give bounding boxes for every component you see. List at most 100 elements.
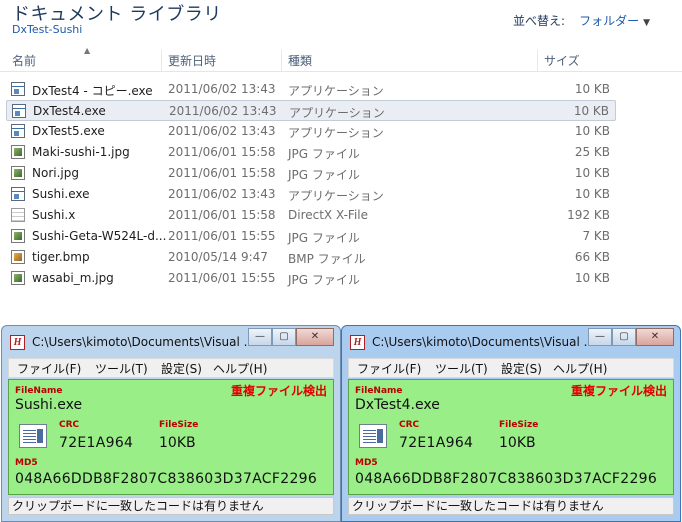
caption-buttons: — ▢ ✕	[248, 328, 334, 346]
minimize-button[interactable]: —	[588, 328, 612, 346]
column-header-type[interactable]: 種類	[282, 50, 538, 72]
menu-settings[interactable]: 設定(S)	[161, 360, 202, 377]
crc-label: CRC	[59, 420, 80, 430]
result-panel: FileName 重複ファイル検出 DxTest4.exe CRC 72E1A9…	[348, 379, 674, 495]
file-date: 2011/06/01 15:55	[168, 229, 276, 243]
document-icon	[19, 424, 47, 448]
file-row[interactable]: wasabi_m.jpg 2011/06/01 15:55 JPG ファイル 1…	[6, 268, 616, 289]
md5-value: 048A66DDB8F2807C838603D37ACF2296	[355, 471, 658, 487]
column-header-name-label: 名前	[12, 54, 37, 68]
status-bar: クリップボードに一致したコードは有りません	[8, 497, 334, 515]
file-name: Sushi.x	[32, 208, 76, 222]
file-date: 2011/06/01 15:58	[168, 166, 276, 180]
file-type: BMP ファイル	[288, 252, 366, 266]
file-type: アプリケーション	[288, 84, 384, 98]
chevron-down-icon[interactable]: ▼	[643, 18, 650, 28]
jpg-icon	[11, 271, 25, 285]
file-date: 2011/06/01 15:58	[168, 208, 276, 222]
filename-value: Sushi.exe	[15, 397, 83, 413]
duplicate-checker-window-1: H C:\Users\kimoto\Documents\Visual ... —…	[1, 325, 341, 522]
file-row[interactable]: Nori.jpg 2011/06/01 15:58 JPG ファイル 10 KB	[6, 163, 616, 184]
menu-file[interactable]: ファイル(F)	[357, 360, 421, 377]
window-titlebar[interactable]: H C:\Users\kimoto\Documents\Visual ... —…	[2, 326, 340, 356]
caption-buttons: — ▢ ✕	[588, 328, 674, 346]
menu-file[interactable]: ファイル(F)	[17, 360, 81, 377]
file-date: 2011/06/01 15:55	[168, 271, 276, 285]
filesize-value: 10KB	[499, 435, 536, 451]
menu-tools[interactable]: ツール(T)	[95, 360, 148, 377]
file-name: Nori.jpg	[32, 166, 79, 180]
file-type: アプリケーション	[288, 189, 384, 203]
duplicate-checker-window-2: H C:\Users\kimoto\Documents\Visual ... —…	[341, 325, 681, 522]
file-row[interactable]: DxTest4 - コピー.exe 2011/06/02 13:43 アプリケー…	[6, 79, 616, 100]
column-header-date-label: 更新日時	[168, 54, 217, 68]
window-titlebar[interactable]: H C:\Users\kimoto\Documents\Visual ... —…	[342, 326, 680, 356]
exe-icon	[11, 124, 25, 138]
file-row[interactable]: DxTest5.exe 2011/06/02 13:43 アプリケーション 10…	[6, 121, 616, 142]
file-size: 66 KB	[574, 250, 610, 264]
file-type: JPG ファイル	[288, 231, 360, 245]
arrange-by-value[interactable]: フォルダー	[579, 14, 639, 28]
file-size: 10 KB	[574, 124, 610, 138]
column-header-size[interactable]: サイズ	[538, 50, 618, 72]
exe-icon	[12, 104, 26, 118]
file-name: Sushi-Geta-W524L-d...	[32, 229, 167, 243]
arrange-by-dropdown[interactable]: 並べ替え: フォルダー ▼	[513, 12, 650, 29]
file-row[interactable]: Maki-sushi-1.jpg 2011/06/01 15:58 JPG ファ…	[6, 142, 616, 163]
app-icon[interactable]: H	[10, 335, 25, 350]
filename-label: FileName	[355, 386, 403, 396]
file-size: 10 KB	[574, 271, 610, 285]
crc-value: 72E1A964	[59, 435, 134, 451]
menu-help[interactable]: ヘルプ(H)	[213, 360, 267, 377]
filename-label: FileName	[15, 386, 63, 396]
maximize-button[interactable]: ▢	[272, 328, 296, 346]
exe-icon	[11, 187, 25, 201]
file-name: DxTest5.exe	[32, 124, 105, 138]
file-name: Maki-sushi-1.jpg	[32, 145, 130, 159]
file-list: DxTest4 - コピー.exe 2011/06/02 13:43 アプリケー…	[6, 79, 616, 289]
file-type: アプリケーション	[288, 126, 384, 140]
menu-tools[interactable]: ツール(T)	[435, 360, 488, 377]
menu-bar: ファイル(F) ツール(T) 設定(S) ヘルプ(H)	[348, 358, 674, 378]
crc-label: CRC	[399, 420, 420, 430]
close-button[interactable]: ✕	[296, 328, 334, 346]
filesize-value: 10KB	[159, 435, 196, 451]
minimize-button[interactable]: —	[248, 328, 272, 346]
file-size: 192 KB	[567, 208, 610, 222]
bmp-icon	[11, 250, 25, 264]
result-panel: FileName 重複ファイル検出 Sushi.exe CRC 72E1A964…	[8, 379, 334, 495]
file-name: DxTest4 - コピー.exe	[32, 84, 153, 98]
document-icon	[359, 424, 387, 448]
file-row[interactable]: Sushi-Geta-W524L-d... 2011/06/01 15:55 J…	[6, 226, 616, 247]
menu-settings[interactable]: 設定(S)	[501, 360, 542, 377]
file-row-selected[interactable]: DxTest4.exe 2011/06/02 13:43 アプリケーション 10…	[6, 100, 616, 121]
column-header-row: ▲ 名前 更新日時 種類 サイズ	[0, 46, 682, 72]
column-header-size-label: サイズ	[544, 54, 580, 68]
library-folder-link[interactable]: DxTest-Sushi	[12, 23, 82, 36]
filesize-label: FileSize	[159, 420, 199, 430]
column-header-date[interactable]: 更新日時	[162, 50, 282, 72]
md5-value: 048A66DDB8F2807C838603D37ACF2296	[15, 471, 318, 487]
duplicate-detected-label: 重複ファイル検出	[230, 384, 327, 398]
status-bar: クリップボードに一致したコードは有りません	[348, 497, 674, 515]
file-row[interactable]: Sushi.x 2011/06/01 15:58 DirectX X-File …	[6, 205, 616, 226]
file-type: JPG ファイル	[288, 147, 360, 161]
md5-label: MD5	[355, 458, 378, 468]
maximize-button[interactable]: ▢	[612, 328, 636, 346]
file-date: 2011/06/02 13:43	[168, 124, 276, 138]
file-row[interactable]: tiger.bmp 2010/05/14 9:47 BMP ファイル 66 KB	[6, 247, 616, 268]
filesize-label: FileSize	[499, 420, 539, 430]
file-date: 2010/05/14 9:47	[168, 250, 268, 264]
file-size: 7 KB	[582, 229, 610, 243]
column-header-name[interactable]: ▲ 名前	[6, 46, 162, 72]
file-row[interactable]: Sushi.exe 2011/06/02 13:43 アプリケーション 10 K…	[6, 184, 616, 205]
duplicate-detected-label: 重複ファイル検出	[570, 384, 667, 398]
jpg-icon	[11, 229, 25, 243]
file-size: 10 KB	[574, 82, 610, 96]
file-size: 25 KB	[574, 145, 610, 159]
close-button[interactable]: ✕	[636, 328, 674, 346]
menu-bar: ファイル(F) ツール(T) 設定(S) ヘルプ(H)	[8, 358, 334, 378]
menu-help[interactable]: ヘルプ(H)	[553, 360, 607, 377]
file-date: 2011/06/01 15:58	[168, 145, 276, 159]
app-icon[interactable]: H	[350, 335, 365, 350]
